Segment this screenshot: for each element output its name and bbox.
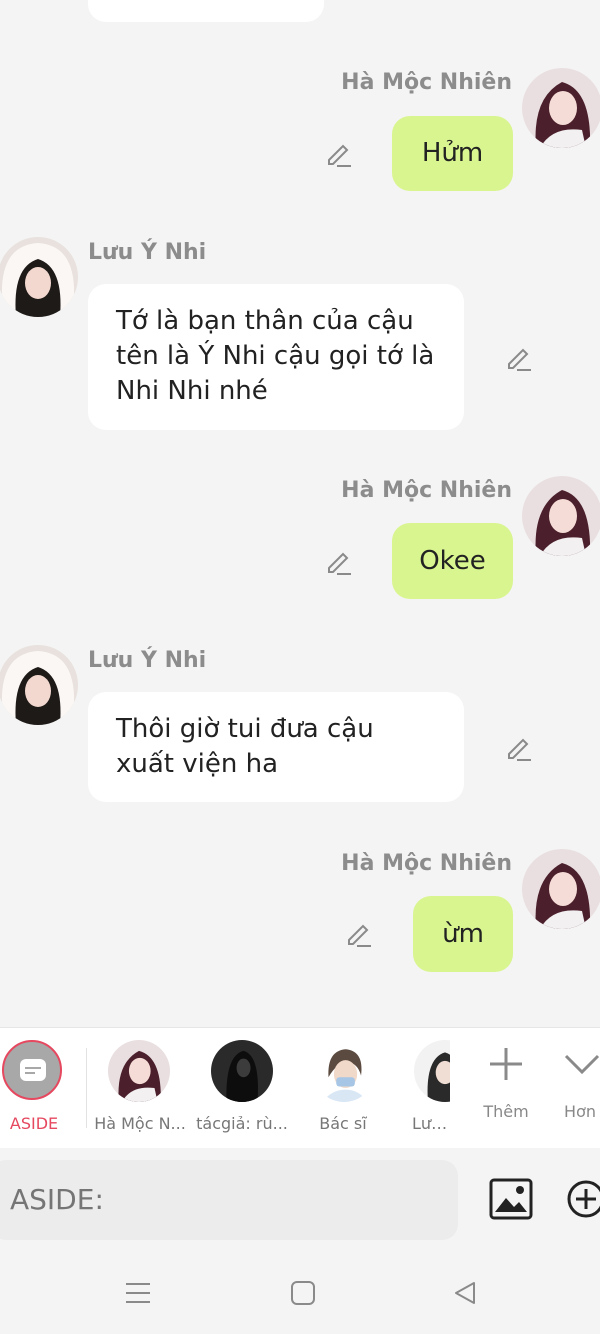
aside-button[interactable]: ASIDE [0,1028,86,1148]
composer [0,1148,600,1253]
edit-pencil-icon[interactable] [344,919,374,949]
message-bubble-me[interactable]: Hửm [392,116,513,191]
more-button[interactable]: Thêm [466,1028,546,1148]
character-ha-moc-nhien[interactable]: Hà Mộc N... [88,1028,188,1148]
message-input[interactable] [0,1160,458,1240]
image-icon[interactable] [489,1178,533,1220]
sender-name: Hà Mộc Nhiên [341,70,512,95]
plus-icon [490,1048,522,1080]
collapse-button[interactable]: Hơn [550,1028,600,1148]
sender-name: Hà Mộc Nhiên [341,851,512,876]
avatar-luu-y-nhi[interactable] [0,645,78,725]
home-square-icon[interactable] [290,1280,316,1306]
message-bubble-me[interactable]: ừm [413,896,513,972]
sender-name: Hà Mộc Nhiên [341,478,512,503]
edit-pencil-icon[interactable] [504,733,534,763]
character-label: Bác sĩ [319,1114,367,1133]
character-avatar [211,1040,273,1102]
avatar-ha-moc-nhien[interactable] [522,849,600,929]
character-label: tácgiả: rù... [196,1114,288,1133]
character-luu-y-nhi[interactable]: Lưu Ý [396,1028,450,1148]
system-nav-bar [0,1253,600,1334]
back-triangle-icon[interactable] [452,1280,478,1306]
tray-divider [86,1048,87,1128]
edit-pencil-icon[interactable] [324,139,354,169]
add-circle-icon[interactable] [566,1179,600,1219]
character-avatar [313,1040,375,1102]
chevron-down-icon [564,1054,600,1075]
sender-name: Lưu Ý Nhi [88,648,207,673]
character-avatar [414,1040,450,1102]
sender-name: Lưu Ý Nhi [88,240,207,265]
partial-message-bubble [88,0,324,22]
character-bac-si[interactable]: Bác sĩ [293,1028,393,1148]
edit-pencil-icon[interactable] [324,547,354,577]
character-avatar [108,1040,170,1102]
avatar-luu-y-nhi[interactable] [0,237,78,317]
aside-label: ASIDE [9,1114,59,1133]
character-tray: ASIDE Hà Mộc N... tácgiả: rù... Bác sĩ L… [0,1027,600,1149]
more-label: Thêm [483,1102,529,1121]
chat-area[interactable]: Hà Mộc Nhiên Hửm Lưu Ý Nhi Tớ là bạn thâ… [0,0,600,1027]
character-tac-gia[interactable]: tácgiả: rù... [192,1028,292,1148]
character-label: Hà Mộc N... [94,1114,186,1133]
message-bubble-other[interactable]: Thôi giờ tui đưa cậu xuất viện ha [88,692,464,802]
message-bubble-me[interactable]: Okee [392,523,513,599]
avatar-ha-moc-nhien[interactable] [522,476,600,556]
collapse-label: Hơn [564,1102,596,1121]
message-bubble-other[interactable]: Tớ là bạn thân của cậu tên là Ý Nhi cậu … [88,284,464,430]
avatar-ha-moc-nhien[interactable] [522,68,600,148]
menu-icon[interactable] [124,1279,152,1307]
character-label: Lưu Ý [412,1114,450,1133]
edit-pencil-icon[interactable] [504,343,534,373]
aside-icon [2,1040,62,1100]
